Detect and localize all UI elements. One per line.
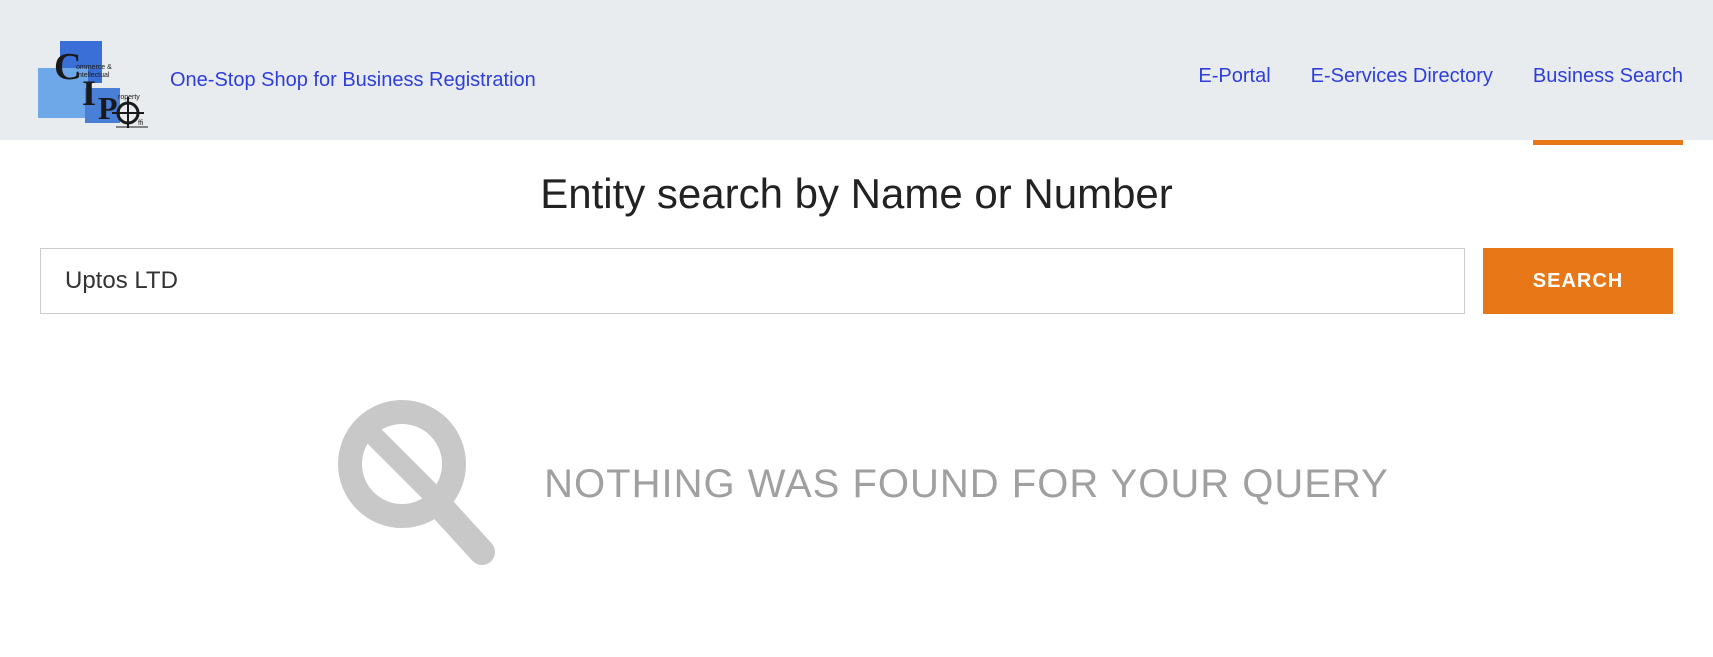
svg-text:roperty: roperty [118, 94, 140, 101]
search-input[interactable] [40, 248, 1465, 314]
search-button[interactable]: SEARCH [1483, 248, 1673, 314]
svg-text:ommerce &: ommerce & [76, 64, 112, 71]
tagline: One-Stop Shop for Business Registration [170, 69, 536, 92]
not-found-icon [324, 394, 504, 574]
header-left: C I P ommerce & Intellectual roperty ffi… [30, 33, 536, 128]
no-results-text: NOTHING WAS FOUND FOR YOUR QUERY [544, 462, 1389, 507]
no-results: NOTHING WAS FOUND FOR YOUR QUERY [40, 394, 1673, 574]
page-title: Entity search by Name or Number [40, 170, 1673, 218]
nav-eservices[interactable]: E-Services Directory [1311, 65, 1493, 145]
svg-text:ffi: ffi [138, 120, 144, 127]
search-row: SEARCH [40, 248, 1673, 314]
nav: E-Portal E-Services Directory Business S… [1198, 20, 1683, 140]
header: C I P ommerce & Intellectual roperty ffi… [0, 0, 1713, 140]
nav-business-search[interactable]: Business Search [1533, 65, 1683, 145]
svg-text:P: P [98, 90, 118, 126]
svg-text:I: I [82, 73, 96, 113]
main: Entity search by Name or Number SEARCH N… [0, 140, 1713, 604]
logo[interactable]: C I P ommerce & Intellectual roperty ffi [30, 33, 150, 128]
nav-eportal[interactable]: E-Portal [1198, 65, 1270, 145]
svg-text:Intellectual: Intellectual [76, 72, 110, 79]
